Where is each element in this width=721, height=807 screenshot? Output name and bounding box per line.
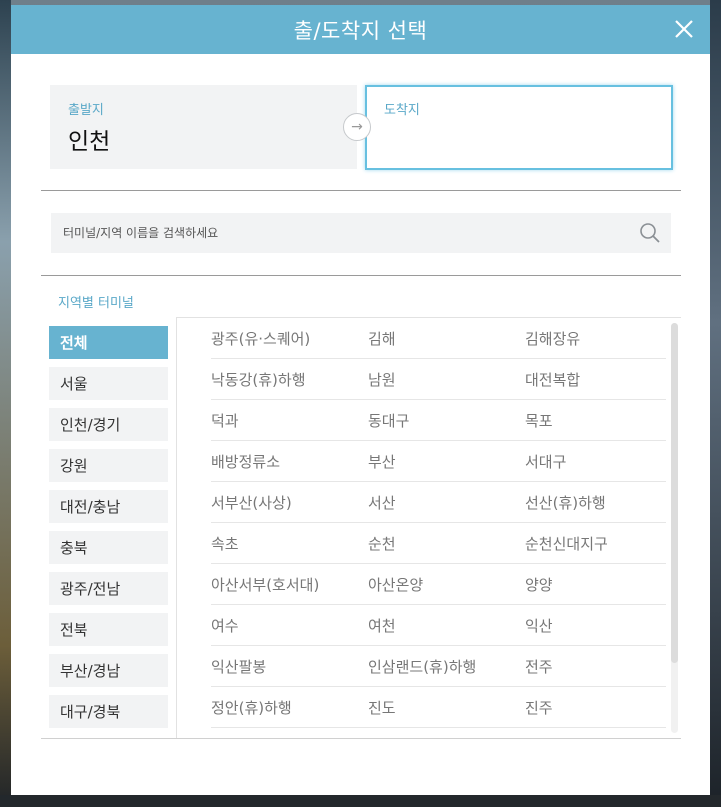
region-item-jeonbuk[interactable]: 전북 (49, 613, 168, 646)
terminal-item[interactable]: 광주(유·스퀘어) (211, 328, 368, 349)
terminal-item[interactable]: 익산 (525, 615, 666, 636)
table-row: 낙동강(휴)하행 남원 대전복합 (211, 359, 666, 400)
terminal-item[interactable]: 서산 (368, 492, 525, 513)
region-item-busan-gyeongnam[interactable]: 부산/경남 (49, 654, 168, 687)
region-item-gwangju-jeonnam[interactable]: 광주/전남 (49, 572, 168, 605)
terminal-item[interactable]: 부산 (368, 451, 525, 472)
terminal-select-modal: 출/도착지 선택 출발지 인천 도착지 → 지역별 터미널 (11, 5, 710, 795)
terminal-item[interactable]: 덕과 (211, 410, 368, 431)
table-row: 배방정류소 부산 서대구 (211, 441, 666, 482)
terminal-item[interactable]: 인삼랜드(휴)하행 (368, 656, 525, 677)
search-divider (41, 275, 681, 276)
departure-label: 출발지 (68, 103, 104, 118)
terminal-item[interactable]: 아산온양 (368, 574, 525, 595)
terminal-item[interactable]: 익산팔봉 (211, 656, 368, 677)
backdrop-left-edge (0, 0, 11, 807)
table-row: 속초 순천 순천신대지구 (211, 523, 666, 564)
search-icon[interactable] (639, 222, 661, 244)
region-item-daejeon-chungnam[interactable]: 대전/충남 (49, 490, 168, 523)
backdrop-bottom-edge (0, 795, 721, 807)
terminal-item[interactable]: 김해장유 (525, 328, 666, 349)
region-item-incheon-gyeonggi[interactable]: 인천/경기 (49, 408, 168, 441)
terminal-search (51, 213, 671, 253)
arrival-label: 도착지 (384, 103, 420, 118)
list-vertical-divider (176, 317, 177, 738)
terminal-item[interactable]: 진주 (525, 697, 666, 718)
terminal-item[interactable]: 동대구 (368, 410, 525, 431)
scrollbar-thumb[interactable] (671, 323, 678, 663)
terminal-item[interactable]: 서대구 (525, 451, 666, 472)
table-row: 광주(유·스퀘어) 김해 김해장유 (211, 318, 666, 359)
departure-box[interactable]: 출발지 인천 (50, 85, 357, 169)
terminal-grid: 광주(유·스퀘어) 김해 김해장유 낙동강(휴)하행 남원 대전복합 덕과 동대… (211, 318, 666, 728)
region-list: 전체 서울 인천/경기 강원 대전/충남 충북 광주/전남 전북 부산/경남 대… (49, 326, 168, 736)
terminal-item[interactable]: 선산(휴)하행 (525, 492, 666, 513)
terminal-item[interactable]: 정안(휴)하행 (211, 697, 368, 718)
table-row: 정안(휴)하행 진도 진주 (211, 687, 666, 728)
region-item-all[interactable]: 전체 (49, 326, 168, 359)
close-icon (675, 20, 693, 38)
table-row: 여수 여천 익산 (211, 605, 666, 646)
route-selector: 출발지 인천 도착지 → (50, 85, 673, 170)
terminal-item[interactable]: 순천 (368, 533, 525, 554)
arrival-box[interactable]: 도착지 (365, 85, 673, 170)
terminal-item[interactable]: 대전복합 (525, 369, 666, 390)
terminal-item[interactable]: 배방정류소 (211, 451, 368, 472)
table-row: 아산서부(호서대) 아산온양 양양 (211, 564, 666, 605)
terminal-item[interactable]: 낙동강(휴)하행 (211, 369, 368, 390)
table-row: 덕과 동대구 목포 (211, 400, 666, 441)
section-label: 지역별 터미널 (58, 296, 134, 311)
region-item-seoul[interactable]: 서울 (49, 367, 168, 400)
route-divider (41, 190, 681, 191)
terminal-item[interactable]: 전주 (525, 656, 666, 677)
terminal-item[interactable]: 아산서부(호서대) (211, 574, 368, 595)
terminal-item[interactable]: 남원 (368, 369, 525, 390)
departure-value: 인천 (68, 129, 111, 155)
table-row: 서부산(사상) 서산 선산(휴)하행 (211, 482, 666, 523)
terminal-item[interactable]: 양양 (525, 574, 666, 595)
backdrop-right-edge (710, 0, 721, 807)
list-bottom-divider (41, 738, 681, 739)
terminal-item[interactable]: 김해 (368, 328, 525, 349)
terminal-item[interactable]: 순천신대지구 (525, 533, 666, 554)
table-row: 익산팔봉 인삼랜드(휴)하행 전주 (211, 646, 666, 687)
terminal-item[interactable]: 여수 (211, 615, 368, 636)
region-item-daegu-gyeongbuk[interactable]: 대구/경북 (49, 695, 168, 728)
search-input[interactable] (51, 213, 621, 253)
terminal-item[interactable]: 진도 (368, 697, 525, 718)
region-item-chungbuk[interactable]: 충북 (49, 531, 168, 564)
close-button[interactable] (670, 15, 698, 43)
swap-button[interactable]: → (343, 113, 371, 141)
terminal-item[interactable]: 서부산(사상) (211, 492, 368, 513)
modal-header: 출/도착지 선택 (11, 5, 710, 54)
terminal-item[interactable]: 속초 (211, 533, 368, 554)
arrow-right-icon: → (351, 119, 363, 135)
modal-title: 출/도착지 선택 (293, 18, 428, 43)
terminal-item[interactable]: 여천 (368, 615, 525, 636)
region-item-gangwon[interactable]: 강원 (49, 449, 168, 482)
terminal-item[interactable]: 목포 (525, 410, 666, 431)
